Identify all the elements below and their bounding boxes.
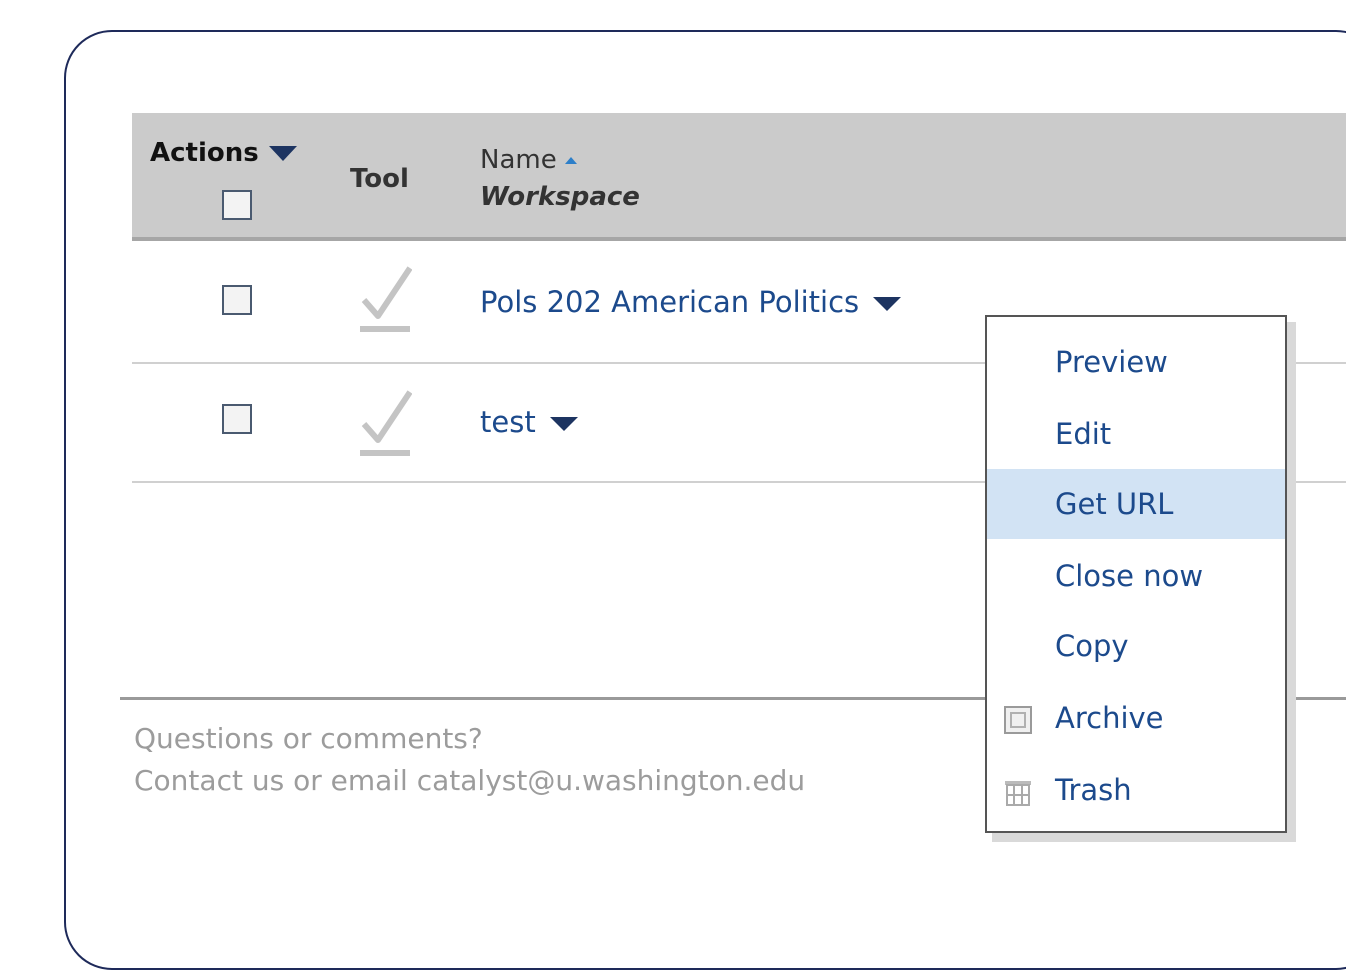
name-label: Name bbox=[480, 145, 557, 175]
footer-questions: Questions or comments? bbox=[134, 722, 483, 755]
menu-item-trash[interactable]: Trash bbox=[987, 755, 1285, 825]
row-name-label: test bbox=[480, 405, 536, 439]
menu-item-label: Close now bbox=[1055, 559, 1204, 593]
actions-menu-button[interactable]: Actions bbox=[150, 138, 297, 168]
menu-item-edit[interactable]: Edit bbox=[987, 399, 1285, 469]
row-name-label: Pols 202 American Politics bbox=[480, 285, 860, 319]
select-all-checkbox[interactable] bbox=[222, 190, 252, 220]
menu-item-label: Archive bbox=[1055, 701, 1164, 735]
sort-ascending-icon bbox=[564, 157, 577, 164]
menu-item-label: Preview bbox=[1055, 345, 1168, 379]
row-name-link[interactable]: test bbox=[480, 405, 578, 439]
chevron-down-icon bbox=[268, 146, 297, 161]
row-checkbox[interactable] bbox=[222, 285, 252, 315]
menu-item-label: Copy bbox=[1055, 629, 1129, 663]
actions-label: Actions bbox=[150, 138, 259, 168]
menu-item-archive[interactable]: Archive bbox=[987, 683, 1285, 753]
menu-item-close-now[interactable]: Close now bbox=[987, 541, 1285, 611]
checkmark-tool-icon bbox=[360, 390, 412, 456]
menu-item-label: Get URL bbox=[1055, 487, 1174, 521]
row-context-menu: Preview Edit Get URL Close now Copy Arch… bbox=[985, 315, 1287, 833]
table-header bbox=[132, 113, 1346, 241]
menu-item-label: Edit bbox=[1055, 417, 1112, 451]
menu-item-label: Trash bbox=[1055, 773, 1132, 807]
chevron-down-icon[interactable] bbox=[873, 297, 902, 311]
column-header-workspace: Workspace bbox=[480, 182, 640, 212]
row-name-link[interactable]: Pols 202 American Politics bbox=[480, 285, 902, 319]
checkmark-tool-icon bbox=[360, 266, 412, 332]
column-header-name[interactable]: Name bbox=[480, 145, 577, 175]
trash-icon bbox=[1005, 781, 1031, 806]
menu-item-preview[interactable]: Preview bbox=[987, 327, 1285, 397]
chevron-down-icon[interactable] bbox=[549, 417, 578, 431]
footer-contact[interactable]: Contact us or email catalyst@u.washingto… bbox=[134, 764, 805, 797]
column-header-tool: Tool bbox=[350, 164, 409, 194]
archive-icon bbox=[1004, 706, 1032, 734]
row-checkbox[interactable] bbox=[222, 404, 252, 434]
menu-item-get-url[interactable]: Get URL bbox=[987, 469, 1285, 539]
menu-item-copy[interactable]: Copy bbox=[987, 611, 1285, 681]
